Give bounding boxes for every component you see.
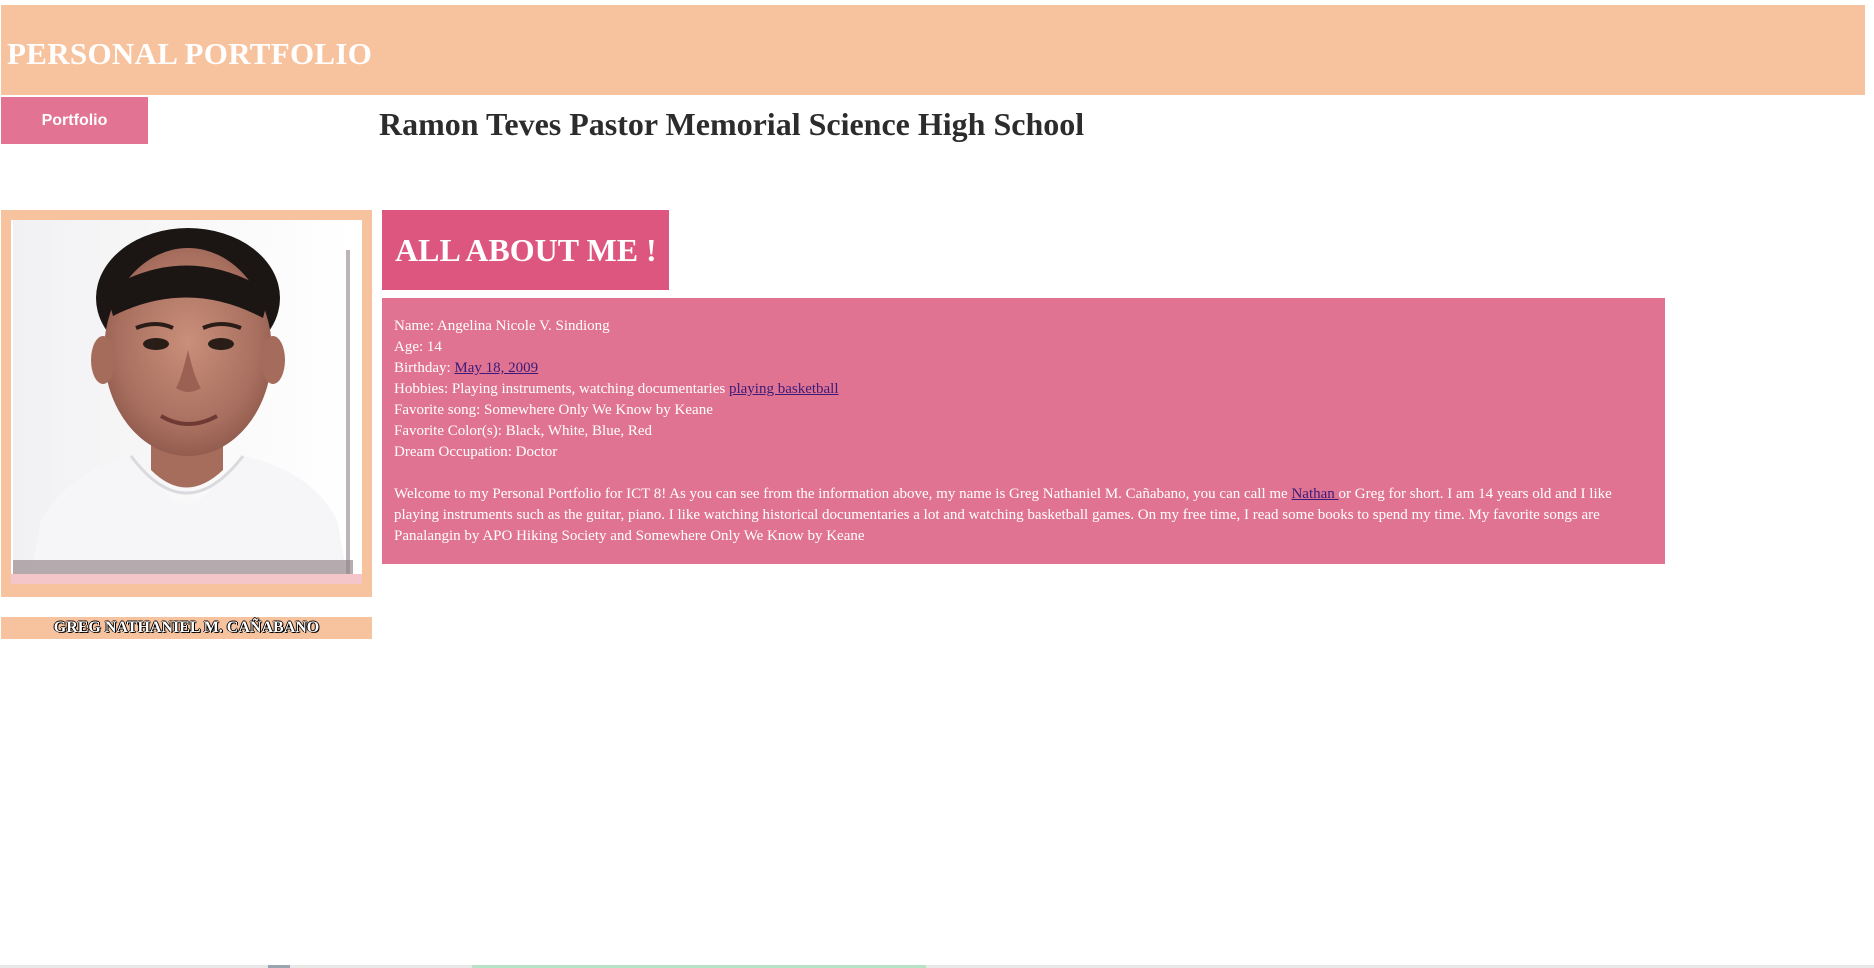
name-line: Name: Angelina Nicole V. Sindiong bbox=[394, 318, 610, 334]
page: PERSONAL PORTFOLIO Portfolio Ramon Teves… bbox=[0, 0, 1874, 968]
about-info-box: Name: Angelina Nicole V. Sindiong Age: 1… bbox=[382, 298, 1665, 564]
birthday-link[interactable]: May 18, 2009 bbox=[454, 360, 538, 376]
birthday-label: Birthday: bbox=[394, 360, 455, 376]
hobbies-link[interactable]: playing basketball bbox=[729, 381, 839, 397]
about-heading: ALL ABOUT ME ! bbox=[395, 231, 657, 268]
portrait-image bbox=[11, 220, 362, 584]
about-heading-box: ALL ABOUT ME ! bbox=[382, 210, 669, 290]
dream-occupation-line: Dream Occupation: Doctor bbox=[394, 444, 558, 460]
hobbies-label: Hobbies: Playing instruments, watching d… bbox=[394, 381, 729, 397]
intro-paragraph: Welcome to my Personal Portfolio for ICT… bbox=[394, 484, 1653, 547]
age-line: Age: 14 bbox=[394, 339, 442, 355]
favorite-color-line: Favorite Color(s): Black, White, Blue, R… bbox=[394, 423, 653, 439]
school-title: Ramon Teves Pastor Memorial Science High… bbox=[379, 106, 1085, 142]
intro-text-part1: Welcome to my Personal Portfolio for ICT… bbox=[394, 486, 1292, 502]
profile-name-caption: GREG NATHANIEL M. CAÑABANO bbox=[1, 617, 372, 639]
profile-photo bbox=[11, 220, 362, 584]
profile-photo-frame bbox=[1, 210, 372, 597]
nickname-link[interactable]: Nathan bbox=[1291, 486, 1338, 502]
site-header: PERSONAL PORTFOLIO bbox=[1, 5, 1865, 95]
birthday-line: Birthday: May 18, 2009 bbox=[394, 358, 1653, 379]
portfolio-nav-button[interactable]: Portfolio bbox=[1, 97, 148, 144]
favorite-song-line: Favorite song: Somewhere Only We Know by… bbox=[394, 402, 713, 418]
hobbies-line: Hobbies: Playing instruments, watching d… bbox=[394, 379, 1653, 400]
site-title: PERSONAL PORTFOLIO bbox=[7, 36, 373, 71]
